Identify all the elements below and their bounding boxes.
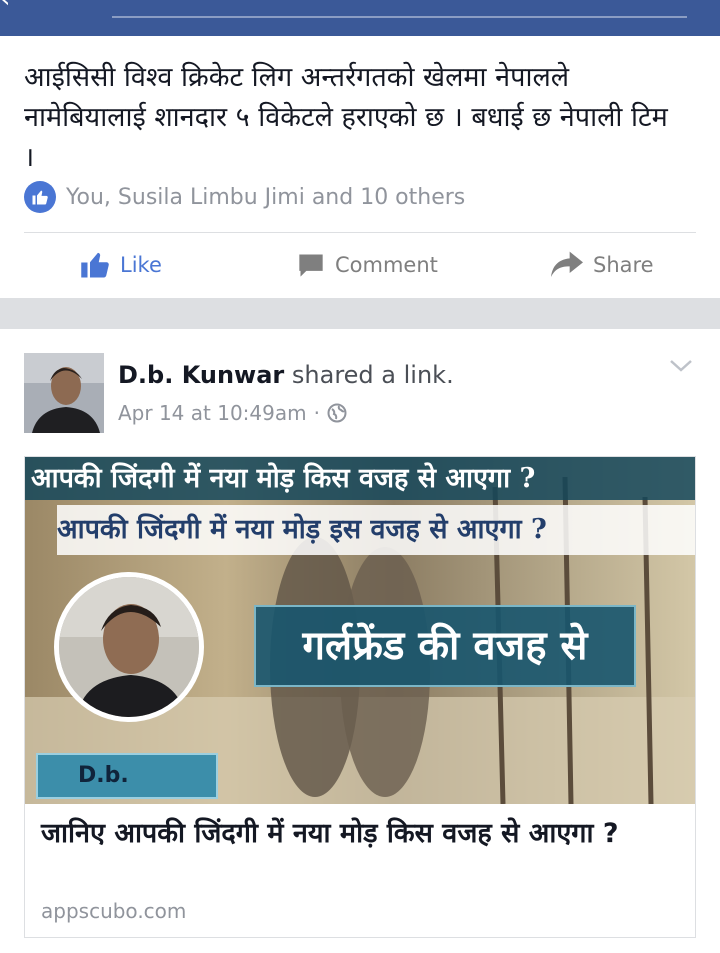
back-arrow-icon[interactable]: ‹ [0,0,30,12]
image-headline-1: आपकी जिंदगी में नया मोड़ किस वजह से आएगा… [25,457,695,500]
like-button[interactable]: Like [80,233,162,297]
author-line: D.b. Kunwar shared a link. [118,361,454,389]
reactions-summary[interactable]: You, Susila Limbu Jimi and 10 others [24,180,465,214]
author-name[interactable]: D.b. Kunwar [118,361,284,389]
link-image[interactable]: आपकी जिंदगी में नया मोड़ किस वजह से आएगा… [25,457,695,804]
thumbs-up-icon [81,252,109,278]
image-name-tag: D.b. [36,753,218,799]
share-label: Share [593,253,654,277]
action-text: shared a link. [291,361,454,389]
post-date[interactable]: Apr 14 at 10:49am [118,401,307,425]
link-domain: appscubo.com [41,899,187,923]
post-meta: Apr 14 at 10:49am · [118,401,347,425]
meta-separator: · [313,401,320,425]
share-arrow-icon [551,251,583,277]
top-nav-bar: ‹ [0,0,720,36]
reactions-text: You, Susila Limbu Jimi and 10 others [66,184,466,210]
globe-icon [327,403,347,423]
comment-label: Comment [335,253,438,277]
chevron-down-icon[interactable] [668,357,694,375]
image-headline-2: आपकी जिंदगी में नया मोड़ इस वजह से आएगा … [57,505,695,555]
image-answer-box: गर्लफ्रेंड की वजह से [254,605,636,687]
share-button[interactable]: Share [551,233,654,297]
comment-icon [299,254,323,277]
link-title[interactable]: जानिए आपकी जिंदगी में नया मोड़ किस वजह स… [41,815,681,853]
nav-divider [112,16,687,18]
profile-photo-circle [54,572,204,722]
post-shared-link: D.b. Kunwar shared a link. Apr 14 at 10:… [0,329,720,953]
feed-separator [0,298,720,329]
post-text: आईसिसी विश्व क्रिकेट लिग अन्तर्रगतको खेल… [24,62,668,173]
comment-button[interactable]: Comment [297,233,438,297]
like-reaction-icon [24,181,56,213]
like-label: Like [120,253,162,277]
avatar[interactable] [24,353,104,433]
link-card[interactable]: आपकी जिंदगी में नया मोड़ किस वजह से आएगा… [24,456,696,938]
post-cricket: आईसिसी विश्व क्रिकेट लिग अन्तर्रगतको खेल… [0,36,720,298]
post-actions: Like Comment Share [0,233,720,297]
